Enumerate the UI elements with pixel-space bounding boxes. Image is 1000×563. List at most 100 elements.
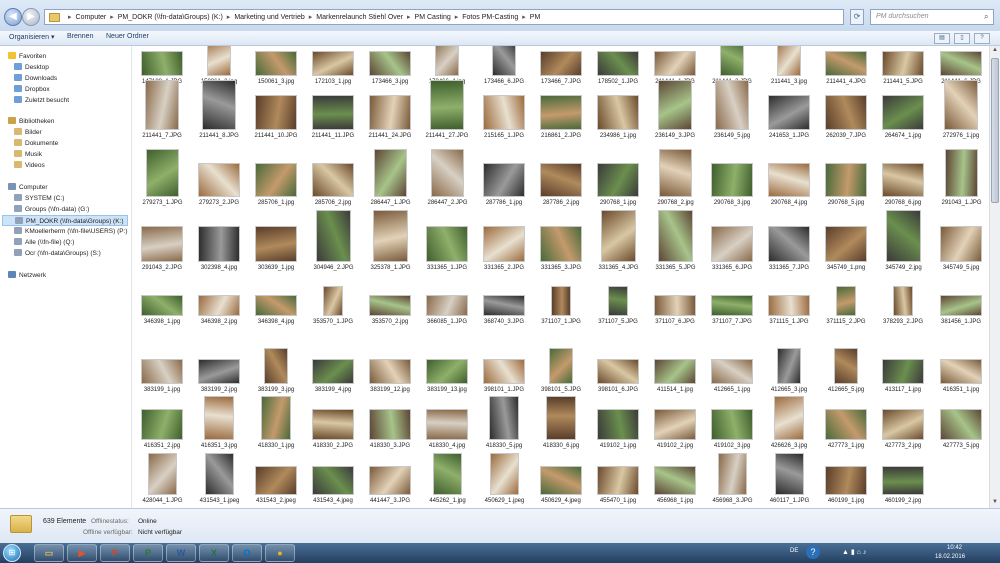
sidebar-item-favorite[interactable]: Zuletzt besucht: [14, 95, 69, 106]
sidebar-item-library[interactable]: Bilder: [14, 127, 42, 138]
sidebar-item-favorite[interactable]: Dropbox: [14, 84, 50, 95]
excel-app-icon[interactable]: X: [199, 544, 229, 562]
scroll-up-icon[interactable]: ▲: [992, 47, 998, 53]
sidebar-item-favorite[interactable]: Downloads: [14, 73, 57, 84]
breadcrumb-separator-icon[interactable]: ▸: [110, 13, 114, 21]
file-name: 419102_3.jpg: [713, 443, 751, 449]
file-name: 211441_7.JPG: [142, 133, 182, 139]
photo-image: [711, 359, 753, 384]
organize-button[interactable]: Organisieren ▾: [9, 33, 55, 41]
photo-image: [597, 95, 639, 130]
photo-image: [198, 295, 240, 316]
file-name: 211441_4.JPG: [826, 79, 866, 85]
file-name: 286447_2.JPG: [427, 200, 468, 206]
breadcrumb-separator-icon[interactable]: ▸: [522, 13, 526, 21]
view-options-icon[interactable]: ▤: [934, 33, 950, 44]
photo-image: [597, 359, 639, 384]
item-drive-icon: [14, 194, 22, 201]
photo-image: [882, 163, 924, 197]
file-name: 173466_7.JPG: [540, 79, 582, 85]
help-tray-icon[interactable]: ?: [806, 545, 820, 559]
search-input[interactable]: PM durchsuchen: [870, 9, 994, 25]
title-bar: ◀ ▶ ▸ Computer ▸ PM_DOKR (\\fn-data\Groups)…: [0, 0, 1000, 32]
breadcrumb-item[interactable]: PM: [530, 14, 541, 21]
breadcrumb-item[interactable]: Marketing und Vertrieb: [234, 14, 304, 21]
photo-image: [146, 149, 179, 197]
breadcrumb-item[interactable]: Markenrelaunch Stiehl Over: [316, 14, 403, 21]
scroll-thumb[interactable]: [991, 58, 999, 203]
sidebar-item-drive[interactable]: PM_DOKR (\\fn-data\Groups) (K:): [2, 215, 128, 226]
file-name: 211441_8.JPG: [199, 133, 239, 139]
language-indicator[interactable]: DE: [790, 548, 798, 554]
photo-image: [145, 80, 179, 130]
sidebar-favorites-header[interactable]: Favoriten: [8, 51, 46, 62]
file-name: 211441_3.jpg: [771, 79, 807, 85]
breadcrumb-separator-icon[interactable]: ▸: [455, 13, 459, 21]
item-favorite-icon: [14, 96, 22, 103]
photo-image: [718, 453, 747, 495]
sidebar-item-label: Bilder: [25, 129, 42, 136]
help-icon[interactable]: ?: [974, 33, 990, 44]
photo-image: [426, 226, 468, 262]
explorer-app-icon[interactable]: ▭: [34, 544, 64, 562]
start-button[interactable]: ⊞: [3, 544, 21, 562]
preview-pane-icon[interactable]: ▯: [954, 33, 970, 44]
sidebar-item-drive[interactable]: SYSTEM (C:): [14, 193, 64, 204]
breadcrumb-separator-icon[interactable]: ▸: [227, 13, 231, 21]
sidebar-item-favorite[interactable]: Desktop: [14, 62, 49, 73]
burn-button[interactable]: Brennen: [67, 33, 93, 40]
photo-image: [483, 226, 525, 262]
sidebar-item-library[interactable]: Dokumente: [14, 138, 58, 149]
sidebar-item-library[interactable]: Videos: [14, 160, 45, 171]
item-drive-icon: [14, 238, 22, 245]
file-name: 460199_1.jpg: [827, 498, 865, 504]
network-tray-icon[interactable]: ▲ ▮ ⌂ ♪: [842, 548, 866, 556]
new-folder-button[interactable]: Neuer Ordner: [106, 33, 149, 40]
photo-image: [777, 348, 801, 384]
project-app-icon[interactable]: P: [133, 544, 163, 562]
sidebar-item-label: Desktop: [25, 64, 49, 71]
search-icon: ⌕: [984, 12, 989, 21]
sidebar-item-label: Downloads: [25, 75, 58, 82]
file-name: 383199_13.jpg: [427, 387, 467, 393]
outlook-app-icon[interactable]: O: [232, 544, 262, 562]
clock-time[interactable]: 10:42: [947, 545, 962, 551]
back-button[interactable]: ◀: [4, 8, 22, 26]
file-name: 431543_2.jpeg: [256, 498, 296, 504]
word-app-icon[interactable]: W: [166, 544, 196, 562]
sidebar-libraries-header[interactable]: Bibliotheken: [8, 116, 54, 127]
item-drive-icon: [14, 249, 22, 256]
sidebar-network-header[interactable]: Netzwerk: [8, 270, 46, 281]
breadcrumb-item[interactable]: Fotos PM-Casting: [462, 14, 518, 21]
address-bar[interactable]: ▸ Computer ▸ PM_DOKR (\\fn-data\Groups) (K:…: [44, 9, 844, 25]
photo-image: [658, 80, 692, 130]
chrome-app-icon[interactable]: ●: [265, 544, 295, 562]
forward-button[interactable]: ▶: [22, 8, 40, 26]
file-name: 353570_2.jpg: [371, 319, 409, 325]
clock-date[interactable]: 18.02.2016: [935, 554, 965, 560]
sidebar-item-library[interactable]: Musik: [14, 149, 42, 160]
media-app-icon[interactable]: ▶: [67, 544, 97, 562]
breadcrumb-item[interactable]: Computer: [76, 14, 107, 21]
sidebar-item-drive[interactable]: Ocr (\\fn-data\Groups) (S:): [14, 248, 101, 259]
photo-image: [255, 95, 297, 130]
vertical-scrollbar[interactable]: ▲ ▼: [989, 46, 1000, 508]
breadcrumb-item[interactable]: PM Casting: [415, 14, 451, 21]
photo-image: [659, 149, 692, 197]
file-list: 147188_1.JPG150061_2.jpg150061_3.jpg1721…: [132, 46, 988, 508]
sidebar-item-drive[interactable]: Groups (\\fn-data) (G:): [14, 204, 89, 215]
breadcrumb-separator-icon[interactable]: ▸: [68, 13, 72, 21]
breadcrumb-separator-icon[interactable]: ▸: [309, 13, 313, 21]
refresh-button[interactable]: ⟳: [850, 9, 864, 25]
sidebar-computer-header[interactable]: Computer: [8, 182, 48, 193]
sidebar-item-drive[interactable]: Alle (\\fn-file) (Q:): [14, 237, 74, 248]
photo-image: [198, 163, 240, 197]
file-name: 345749_1.png: [826, 265, 866, 271]
sidebar-item-drive[interactable]: KMoellerherm (\\fn-file\USERS) (P:): [14, 226, 128, 237]
breadcrumb-item[interactable]: PM_DOKR (\\fn-data\Groups) (K:): [118, 14, 223, 21]
scroll-down-icon[interactable]: ▼: [992, 499, 998, 505]
breadcrumb-separator-icon[interactable]: ▸: [407, 13, 411, 21]
file-name: 234986_1.jpg: [599, 133, 637, 139]
file-name: 331365_5.JPG: [655, 265, 696, 271]
powerpoint-app-icon[interactable]: P: [100, 544, 130, 562]
